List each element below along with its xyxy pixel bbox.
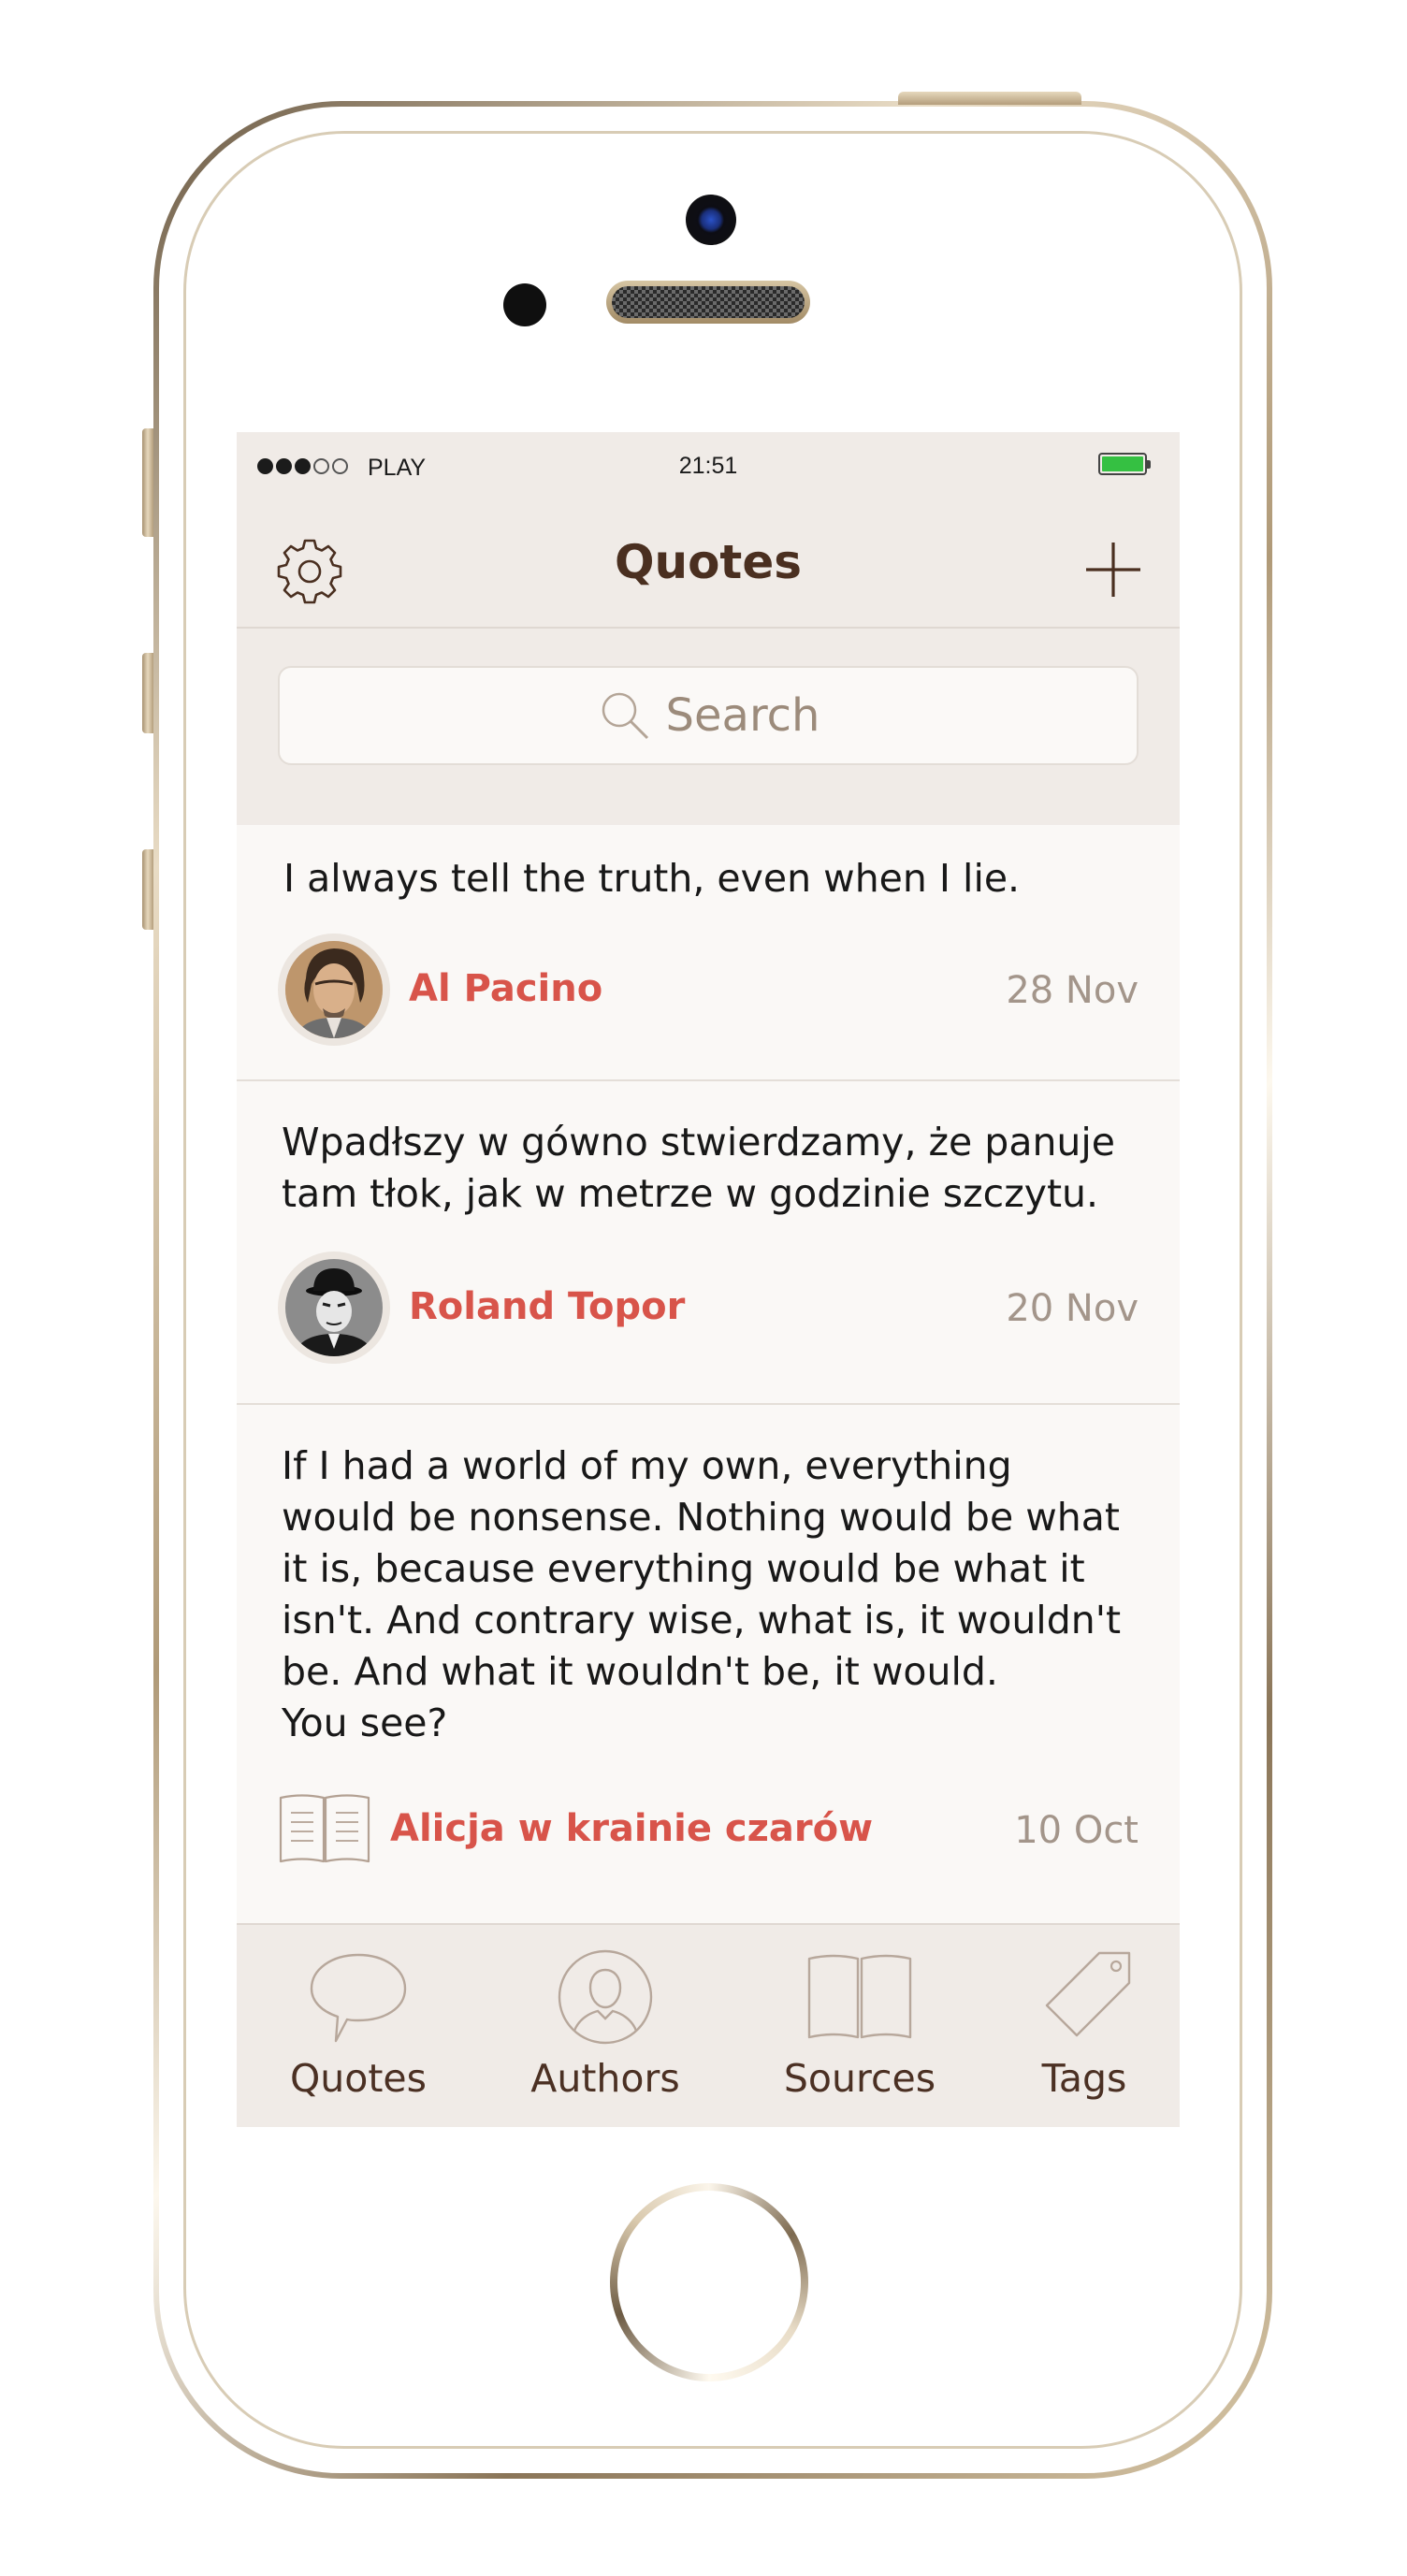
home-button[interactable] <box>610 2183 808 2381</box>
status-bar: PLAY 21:51 <box>237 432 1180 501</box>
status-time: 21:51 <box>678 453 738 479</box>
quote-text: If I had a world of my own, everything w… <box>282 1443 1122 1745</box>
mute-switch <box>142 428 153 537</box>
author-avatar[interactable] <box>278 1252 390 1364</box>
quote-text: Wpadłszy w gówno stwierdzamy, że panuje … <box>282 1120 1116 1216</box>
person-icon <box>558 1949 653 2045</box>
source-name-link[interactable]: Alicja w krainie czarów <box>390 1807 873 1850</box>
power-button <box>898 92 1081 105</box>
quote-date: 20 Nov <box>1006 1287 1139 1330</box>
quote-attribution: Al Pacino 28 Nov <box>278 933 1139 1046</box>
search-input[interactable]: Search <box>278 666 1139 765</box>
battery-icon <box>1098 453 1147 475</box>
navigation-bar: Quotes <box>237 501 1180 629</box>
volume-down-button <box>142 849 153 930</box>
page-title: Quotes <box>614 535 803 589</box>
search-placeholder: Search <box>665 689 820 742</box>
author-name-link[interactable]: Al Pacino <box>409 967 602 1010</box>
tab-tags[interactable]: Tags <box>991 1946 1178 2123</box>
app-screen: PLAY 21:51 Quotes Search I always tell t… <box>237 432 1180 2127</box>
speech-bubble-icon <box>310 1953 407 2043</box>
search-area: Search <box>237 629 1180 825</box>
tab-label: Quotes <box>289 2056 427 2101</box>
quote-text: I always tell the truth, even when I lie… <box>283 856 1021 901</box>
quote-card[interactable]: If I had a world of my own, everything w… <box>237 1405 1180 1929</box>
add-quote-button[interactable] <box>1079 535 1148 604</box>
author-avatar[interactable] <box>278 933 390 1046</box>
tab-label: Authors <box>530 2056 680 2101</box>
earpiece-speaker <box>606 281 810 324</box>
quote-attribution: Roland Topor 20 Nov <box>278 1252 1139 1364</box>
tab-quotes[interactable]: Quotes <box>265 1946 452 2123</box>
quote-list: I always tell the truth, even when I lie… <box>237 825 1180 1929</box>
search-icon <box>602 692 648 740</box>
front-camera <box>686 195 736 245</box>
tab-sources[interactable]: Sources <box>766 1946 953 2123</box>
quote-card[interactable]: I always tell the truth, even when I lie… <box>237 825 1180 1081</box>
author-name-link[interactable]: Roland Topor <box>409 1285 685 1328</box>
proximity-sensor <box>503 283 546 326</box>
book-icon <box>279 1794 370 1863</box>
volume-up-button <box>142 653 153 733</box>
book-icon <box>807 1954 912 2039</box>
tab-authors[interactable]: Authors <box>512 1946 699 2123</box>
quote-date: 10 Oct <box>1014 1809 1139 1852</box>
portrait-image <box>285 941 383 1038</box>
tab-bar: Quotes Authors Sources Tags <box>237 1923 1180 2127</box>
tab-label: Tags <box>1041 2056 1127 2101</box>
quote-attribution: Alicja w krainie czarów 10 Oct <box>278 1773 1139 1886</box>
quote-date: 28 Nov <box>1006 969 1139 1012</box>
quote-card[interactable]: Wpadłszy w gówno stwierdzamy, że panuje … <box>237 1081 1180 1405</box>
plus-icon <box>1086 543 1140 597</box>
portrait-image <box>285 1259 383 1356</box>
tag-icon <box>1045 1951 1131 2037</box>
tab-label: Sources <box>783 2056 936 2101</box>
